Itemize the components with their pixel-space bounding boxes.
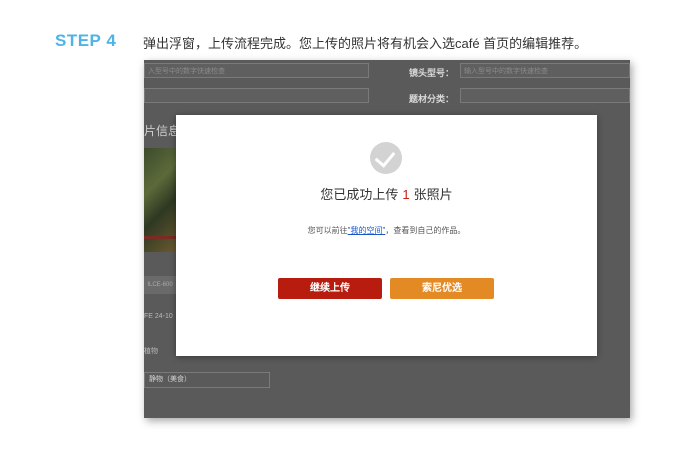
upload-success-modal: 您已成功上传 1 张照片 您可以前往"我的空间"，查看到自己的作品。 继续上传 索尼… bbox=[176, 115, 597, 356]
photo-info-heading: 照片信息 bbox=[144, 124, 181, 138]
lens-label: 镜头型号： bbox=[409, 68, 455, 78]
category-input[interactable] bbox=[460, 88, 630, 103]
continue-upload-button[interactable]: 继续上传 bbox=[278, 278, 382, 299]
sub-prefix: 您可以前往 bbox=[307, 226, 348, 235]
second-input[interactable] bbox=[144, 88, 369, 103]
category-field[interactable]: 静物（美食） bbox=[144, 372, 270, 388]
upload-page-screenshot: 入型号中的数字快速检查 镜头型号： 输入型号中的数字快速检查 题材分类： 照片信… bbox=[144, 60, 630, 418]
my-space-link[interactable]: "我的空间" bbox=[348, 226, 386, 235]
camera-model-button[interactable]: ILCE-600 bbox=[144, 276, 176, 294]
photo-thumbnail bbox=[144, 148, 176, 252]
lens-info: FE 24-10 bbox=[144, 313, 173, 320]
check-icon bbox=[370, 142, 402, 174]
step-description: 弹出浮窗，上传流程完成。您上传的照片将有机会入选café 首页的编辑推荐。 bbox=[143, 36, 588, 51]
upload-count: 1 bbox=[402, 187, 410, 202]
lens-input[interactable]: 输入型号中的数字快速检查 bbox=[460, 63, 630, 78]
model-input[interactable]: 入型号中的数字快速检查 bbox=[144, 63, 369, 78]
category-label: 题材分类： bbox=[409, 94, 455, 104]
sub-suffix: ，查看到自己的作品。 bbox=[385, 226, 466, 235]
modal-subtitle: 您可以前往"我的空间"，查看到自己的作品。 bbox=[176, 225, 597, 236]
title-suffix: 张照片 bbox=[413, 187, 453, 202]
step-label: STEP 4 bbox=[55, 31, 117, 50]
modal-title: 您已成功上传 1 张照片 bbox=[176, 184, 597, 203]
tag-label: 植物 bbox=[144, 348, 158, 355]
sony-select-button[interactable]: 索尼优选 bbox=[390, 278, 494, 299]
title-prefix: 您已成功上传 bbox=[320, 187, 399, 202]
